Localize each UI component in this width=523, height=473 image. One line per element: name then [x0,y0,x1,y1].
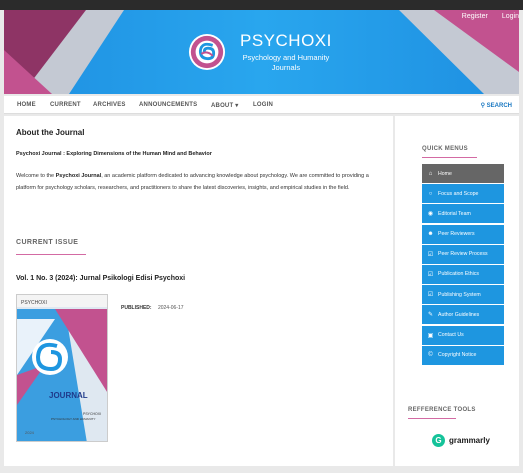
register-link[interactable]: Register [462,13,488,20]
menu-item-author-guidelines[interactable]: ✎ Author Guidelines [422,305,504,325]
about-intro: Welcome to the Psychoxi Journal, an acad… [16,170,382,194]
menu-item-peer-reviewers[interactable]: ☻ Peer Reviewers [422,224,504,244]
nav-home[interactable]: HOME [17,102,36,108]
menu-item-contact-us[interactable]: ▣ Contact Us [422,325,504,345]
nav-login[interactable]: LOGIN [253,102,273,108]
quick-menus-heading: QUICK MENUS [422,146,468,152]
user-links: Register Login [462,13,519,20]
menu-item-peer-review-process[interactable]: ☑ Peer Review Process [422,244,504,264]
journal-logo [188,33,226,71]
menu-label: Peer Reviewers [438,231,475,238]
menu-label: Publishing System [438,291,481,298]
circle-icon: ○ [428,190,433,197]
issue-title-link[interactable]: Vol. 1 No. 3 (2024): Jurnal Psikologi Ed… [16,275,185,282]
user-circle-icon: ◉ [427,211,434,218]
search-icon: ⚲ [480,103,485,109]
site-header: Register Login PSYCHOXI Psychology and H… [4,10,519,94]
menu-label: Copyright Notice [438,352,477,359]
intro-text-start: Welcome to the [16,173,56,179]
intro-journal-name: Psychoxi Journal [55,173,102,179]
menu-label: Focus and Scope [438,190,479,197]
address-card-icon: ▣ [427,332,434,339]
sidebar: QUICK MENUS ⌂ Home ○ Focus and Scope ◉ Edit… [395,116,519,466]
nav-current[interactable]: CURRENT [50,102,81,108]
menu-label: Peer Review Process [438,251,488,258]
cover-sub2: PSYCHOLOGY AND HUMANITY [51,417,95,421]
cover-year: 2024 [25,430,35,435]
home-icon: ⌂ [428,170,433,177]
menu-label: Home [438,170,452,177]
menu-item-copyright-notice[interactable]: © Copyright Notice [422,345,504,365]
check-square-icon: ☑ [427,271,434,278]
journal-subtitle-line2: Journals [271,63,301,72]
cover-top-text: PSYCHOXI [21,300,47,306]
menu-item-focus-scope[interactable]: ○ Focus and Scope [422,184,504,204]
heading-underline [422,157,477,158]
copyright-icon: © [428,352,433,359]
published-label: PUBLISHED: [121,305,152,311]
main-content: About the Journal Psychoxi Journal : Exp… [4,116,393,466]
cover-art: PSYCHOXI JOURNAL PSYCHOXI PSYCHOLOGY AND… [17,295,107,441]
about-heading: About the Journal [16,128,85,137]
brand[interactable]: PSYCHOXI Psychology and Humanity Journal… [188,31,332,73]
about-subtitle: Psychoxi Journal : Exploring Dimensions … [16,151,212,157]
nav-archives[interactable]: ARCHIVES [93,102,126,108]
grammarly-link[interactable]: G grammarly [432,434,490,447]
journal-title: PSYCHOXI [240,31,332,50]
quick-menu: ⌂ Home ○ Focus and Scope ◉ Editorial Team ☻… [422,164,504,366]
menu-item-home[interactable]: ⌂ Home [422,164,504,183]
edit-icon: ✎ [427,312,434,319]
menu-label: Publication Ethics [438,271,479,278]
heading-underline [408,418,456,419]
cover-sub1: PSYCHOXI [83,412,101,416]
top-bar [0,0,523,10]
current-issue-heading: CURRENT ISSUE [16,239,79,246]
menu-label: Editorial Team [438,210,471,217]
published-info: PUBLISHED: 2024-06-17 [121,305,184,311]
published-date: 2024-06-17 [157,305,184,311]
search-label: SEARCH [486,103,512,109]
grammarly-label: grammarly [449,436,490,445]
grammarly-icon: G [432,434,445,447]
journal-subtitle-line1: Psychology and Humanity [242,53,330,62]
menu-label: Contact Us [438,332,464,338]
menu-item-editorial-team[interactable]: ◉ Editorial Team [422,204,504,224]
menu-label: Author Guidelines [438,311,480,318]
search-link[interactable]: ⚲ SEARCH [481,102,512,109]
nav-about[interactable]: ABOUT ▾ [211,102,238,109]
reference-tools-heading: REFFERENCE TOOLS [408,407,476,413]
menu-item-publication-ethics[interactable]: ☑ Publication Ethics [422,264,504,284]
menu-item-publishing-system[interactable]: ☑ Publishing System [422,285,504,305]
issue-cover-image[interactable]: PSYCHOXI JOURNAL PSYCHOXI PSYCHOLOGY AND… [16,294,108,442]
check-square-icon: ☑ [427,292,434,299]
check-square-icon: ☑ [427,251,434,258]
primary-nav: HOME CURRENT ARCHIVES ANNOUNCEMENTS ABOU… [4,96,519,114]
nav-announcements[interactable]: ANNOUNCEMENTS [139,102,197,108]
cover-journal-word: JOURNAL [49,391,88,400]
login-link-top[interactable]: Login [502,13,519,20]
heading-underline [16,254,86,255]
users-icon: ☻ [427,231,434,238]
